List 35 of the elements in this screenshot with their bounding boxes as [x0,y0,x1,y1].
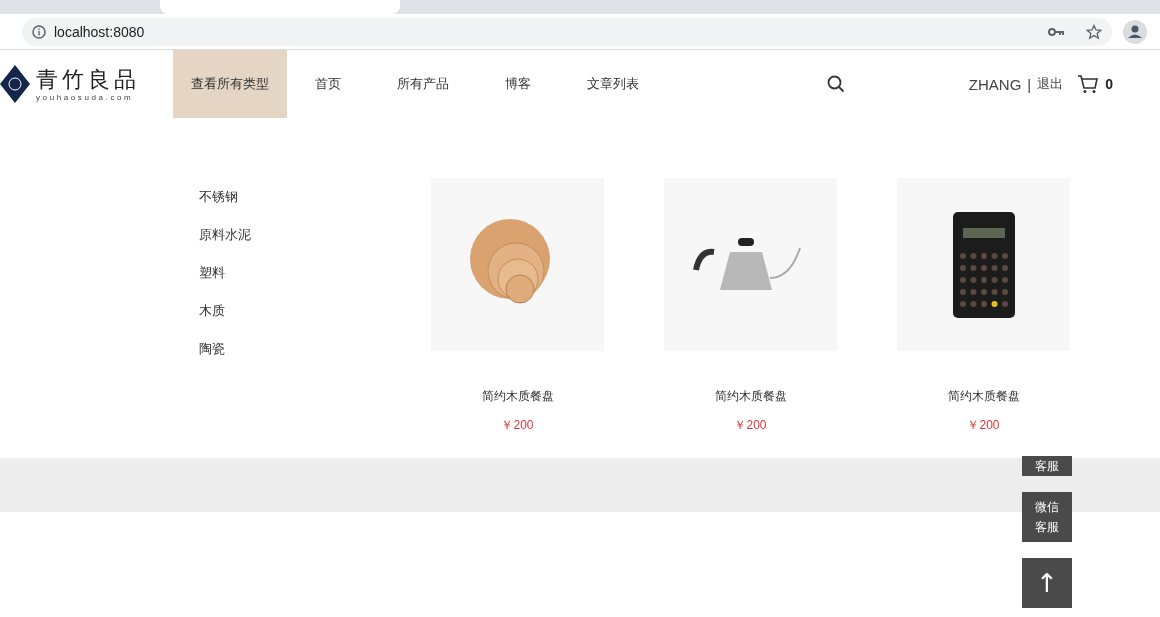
info-icon [32,24,46,39]
logo-icon [0,65,30,103]
product-name[interactable]: 简约木质餐盘 [481,388,554,405]
category-link[interactable]: 陶瓷 [199,340,431,358]
product-name[interactable]: 简约木质餐盘 [947,388,1020,405]
cart-icon[interactable] [1077,74,1100,94]
star-icon[interactable] [1086,23,1102,40]
url-text: localhost:8080 [54,23,146,40]
key-icon[interactable] [1048,26,1064,37]
customer-service-button[interactable]: 客服 [1022,456,1072,476]
address-bar[interactable]: localhost:8080 [22,17,1112,46]
nav-link[interactable]: 首页 [287,50,369,118]
product-name[interactable]: 简约木质餐盘 [714,388,787,405]
nav-link[interactable]: 博客 [477,50,559,118]
logout-link[interactable]: 退出 [1037,75,1064,93]
logo-domain: youhaosuda.com [36,92,135,102]
separator: | [1027,75,1032,93]
back-to-top-button[interactable]: ↑ [1022,558,1072,608]
logo-name: 青竹良品 [36,66,140,93]
nav-link[interactable]: 文章列表 [559,50,667,118]
cart-count: 0 [1105,76,1113,92]
category-link[interactable]: 不锈钢 [199,188,431,206]
nav-link[interactable]: 查看所有类型 [173,50,287,118]
customer-service-button[interactable]: 微信 客服 [1022,492,1072,542]
search-icon[interactable] [827,75,845,93]
product-price: ￥200 [501,417,534,434]
category-link[interactable]: 木质 [199,302,431,320]
nav-link[interactable]: 所有产品 [369,50,477,118]
product-price: ￥200 [967,417,1000,434]
profile-avatar-icon[interactable] [1123,19,1147,44]
product-price: ￥200 [734,417,767,434]
category-link[interactable]: 原料水泥 [199,226,431,244]
product-image[interactable] [897,178,1070,351]
username: ZHANG [968,75,1022,93]
category-link[interactable]: 塑料 [199,264,431,282]
